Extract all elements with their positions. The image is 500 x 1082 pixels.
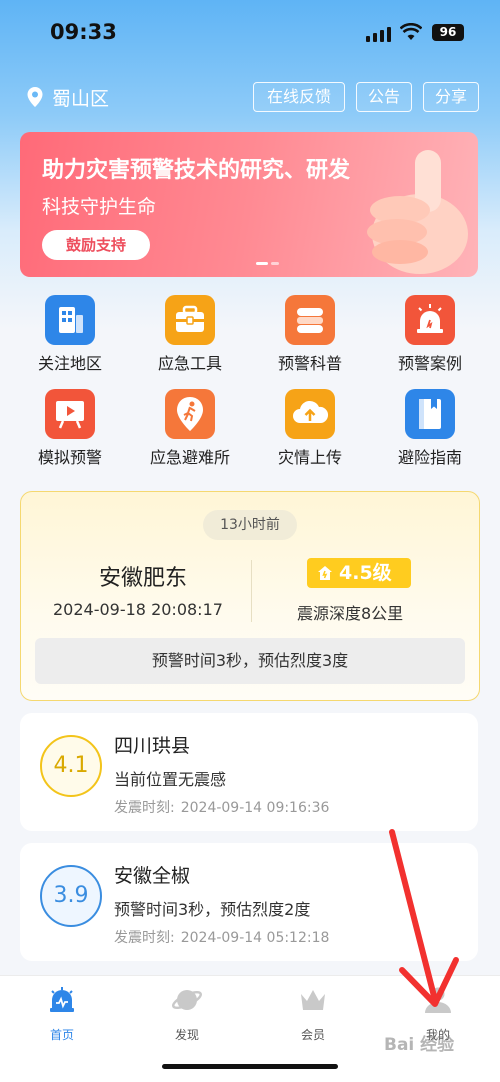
cell-signal-icon (366, 27, 391, 42)
tab-discover[interactable]: 发现 (147, 984, 227, 1043)
location-pin-icon (27, 87, 43, 107)
banner-subtitle: 科技守护生命 (42, 196, 157, 218)
alarm-light-icon (405, 295, 455, 345)
time-value: 2024-09-14 09:16:36 (180, 800, 330, 816)
location-selector[interactable]: 蜀山区 (52, 84, 109, 111)
wifi-icon (400, 23, 422, 40)
building-icon (45, 295, 95, 345)
grid-label: 模拟预警 (37, 448, 102, 467)
earthquake-depth: 震源深度8公里 (297, 604, 404, 623)
battery-indicator: 96 (432, 24, 464, 41)
tab-home[interactable]: 首页 (22, 984, 102, 1043)
tab-membership[interactable]: 会员 (273, 984, 353, 1043)
promo-banner[interactable]: 助力灾害预警技术的研究、研发 科技守护生命 鼓励支持 (20, 132, 478, 277)
grid-item-emergency-shelter[interactable]: 应急避难所 (135, 389, 245, 468)
earthquake-location: 四川珙县 (114, 735, 191, 757)
time-value: 2024-09-14 05:12:18 (180, 930, 330, 946)
grid-item-warning-science[interactable]: 预警科普 (255, 295, 365, 374)
presentation-icon (45, 389, 95, 439)
earthquake-list-item[interactable]: 3.9 安徽全椒 预警时间3秒，预估烈度2度 发震时刻: 2024-09-14 0… (20, 843, 478, 961)
grid-label: 应急工具 (157, 354, 222, 373)
person-icon (425, 987, 451, 1013)
earthquake-time: 发震时刻: 2024-09-14 09:16:36 (114, 797, 329, 817)
earthquake-datetime: 2024-09-18 20:08:17 (53, 600, 223, 619)
earthquake-description: 预警时间3秒，预估烈度2度 (114, 900, 311, 919)
grid-item-watch-region[interactable]: 关注地区 (15, 295, 125, 374)
featured-earthquake-card[interactable]: 13小时前 安徽肥东 2024-09-18 20:08:17 4.5级 震源深度… (20, 491, 480, 701)
magnitude-badge: 4.5级 (307, 558, 411, 588)
feedback-button[interactable]: 在线反馈 (253, 82, 345, 112)
tab-label: 首页 (49, 1028, 74, 1042)
tab-label: 发现 (174, 1028, 199, 1042)
status-time: 09:33 (50, 20, 117, 44)
support-button[interactable]: 鼓励支持 (42, 230, 150, 260)
house-quake-icon (318, 566, 332, 580)
tab-label: 会员 (300, 1028, 325, 1042)
thumbs-up-icon (367, 150, 468, 274)
planet-icon (171, 990, 203, 1010)
top-header: 蜀山区 在线反馈 公告 分享 (0, 80, 500, 114)
grid-item-emergency-tools[interactable]: 应急工具 (135, 295, 245, 374)
grid-label: 关注地区 (37, 354, 102, 373)
alarm-home-icon (50, 987, 74, 1012)
status-bar: 09:33 96 (0, 0, 500, 64)
warning-info: 预警时间3秒，预估烈度3度 (35, 638, 465, 684)
guide-book-icon (405, 389, 455, 439)
home-indicator (162, 1064, 338, 1069)
magnitude-circle: 4.1 (40, 735, 102, 797)
earthquake-description: 当前位置无震感 (114, 770, 227, 789)
divider (251, 560, 252, 622)
earthquake-location: 安徽全椒 (114, 865, 191, 887)
grid-label: 应急避难所 (149, 448, 230, 467)
grid-item-safety-guide[interactable]: 避险指南 (375, 389, 485, 468)
magnitude-circle: 3.9 (40, 865, 102, 927)
watermark: Bai 经验 (384, 1035, 455, 1055)
earthquake-location: 安徽肥东 (99, 566, 188, 591)
announcement-button[interactable]: 公告 (356, 82, 412, 112)
time-ago-badge: 13小时前 (203, 510, 297, 540)
grid-label: 避险指南 (397, 448, 462, 467)
magnitude-value: 4.5级 (339, 562, 392, 584)
banner-title: 助力灾害预警技术的研究、研发 (42, 158, 351, 183)
crown-icon (301, 990, 325, 1010)
grid-label: 预警案例 (397, 354, 462, 373)
grid-label: 预警科普 (277, 354, 342, 373)
share-button[interactable]: 分享 (423, 82, 479, 112)
grid-label: 灾情上传 (277, 448, 342, 467)
grid-item-simulated-warning[interactable]: 模拟预警 (15, 389, 125, 468)
banner-pagination (256, 262, 279, 265)
earthquake-list-item[interactable]: 4.1 四川珙县 当前位置无震感 发震时刻: 2024-09-14 09:16:3… (20, 713, 478, 831)
time-label: 发震时刻: (114, 800, 175, 816)
book-stack-icon (285, 295, 335, 345)
cloud-upload-icon (285, 389, 335, 439)
time-label: 发震时刻: (114, 930, 175, 946)
earthquake-time: 发震时刻: 2024-09-14 05:12:18 (114, 927, 329, 947)
toolbox-icon (165, 295, 215, 345)
grid-item-disaster-upload[interactable]: 灾情上传 (255, 389, 365, 468)
grid-item-warning-cases[interactable]: 预警案例 (375, 295, 485, 374)
running-person-pin-icon (165, 389, 215, 439)
